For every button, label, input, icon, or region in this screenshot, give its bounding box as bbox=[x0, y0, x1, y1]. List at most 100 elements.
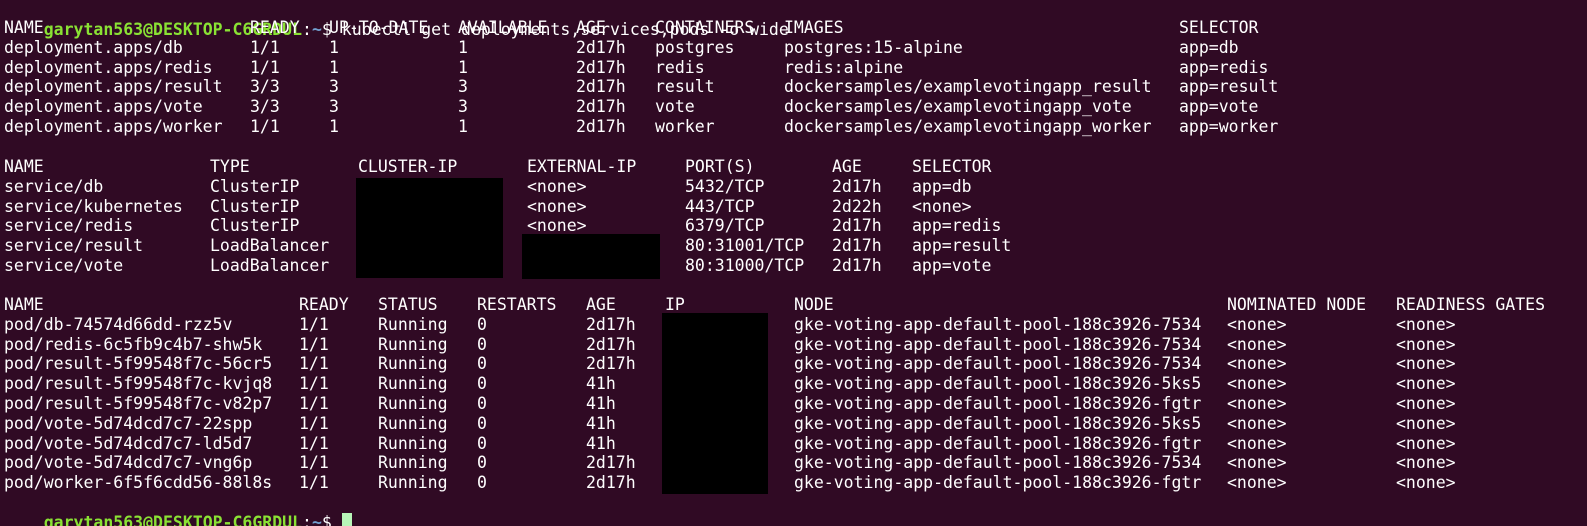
cell-ready: 1/1 bbox=[299, 433, 329, 453]
cell-age: 2d17h bbox=[586, 354, 636, 374]
cell-ready: 3/3 bbox=[250, 77, 280, 97]
prompt-path-final: ~ bbox=[311, 513, 322, 526]
cell-name: pod/redis-6c5fb9c4b7-shw5k bbox=[4, 334, 263, 354]
cell-status: Running bbox=[378, 374, 448, 394]
column-header-selector: SELECTOR bbox=[1179, 18, 1259, 37]
terminal-window[interactable]: garytan563@DESKTOP-C6GRDUL:~$ kubectl ge… bbox=[0, 0, 1587, 526]
cell-name: service/kubernetes bbox=[4, 196, 183, 216]
cell-readiness-gates: <none> bbox=[1396, 473, 1456, 493]
column-header-name: NAME bbox=[4, 18, 44, 37]
cell-selector: app=vote bbox=[912, 256, 992, 275]
cell-status: Running bbox=[378, 354, 448, 374]
cell-restarts: 0 bbox=[477, 354, 487, 374]
prompt-path: ~ bbox=[311, 20, 322, 39]
column-header-node: NODE bbox=[794, 295, 834, 314]
cell-node: gke-voting-app-default-pool-188c3926-753… bbox=[794, 334, 1202, 354]
cell-readiness-gates: <none> bbox=[1396, 354, 1456, 374]
cell-status: Running bbox=[378, 453, 448, 473]
cell-images: dockersamples/examplevotingapp_vote bbox=[784, 97, 1132, 117]
cell-age: 2d17h bbox=[576, 117, 626, 136]
cell-name: pod/worker-6f5f6cdd56-88l8s bbox=[4, 473, 273, 493]
cell-nominated-node: <none> bbox=[1227, 394, 1287, 413]
cell-readiness-gates: <none> bbox=[1396, 374, 1456, 394]
cell-nominated-node: <none> bbox=[1227, 453, 1287, 473]
cell-name: service/redis bbox=[4, 216, 134, 236]
cell-status: Running bbox=[378, 433, 448, 453]
cell-nominated-node: <none> bbox=[1227, 473, 1287, 493]
cell-ready: 1/1 bbox=[250, 37, 280, 57]
cell-ready: 1/1 bbox=[299, 453, 329, 473]
cell-restarts: 0 bbox=[477, 334, 487, 354]
cell-name: deployment.apps/redis bbox=[4, 57, 213, 77]
cell-age: 41h bbox=[586, 374, 616, 394]
cell-selector: app=result bbox=[912, 236, 1012, 256]
cell-port-s: 80:31001/TCP bbox=[685, 236, 805, 256]
cell-restarts: 0 bbox=[477, 394, 487, 413]
cell-ready: 1/1 bbox=[299, 354, 329, 374]
cell-readiness-gates: <none> bbox=[1396, 394, 1456, 413]
cell-nominated-node: <none> bbox=[1227, 334, 1287, 354]
cell-selector: <none> bbox=[912, 196, 972, 216]
cell-readiness-gates: <none> bbox=[1396, 413, 1456, 433]
cell-type: ClusterIP bbox=[210, 216, 300, 236]
cell-up-to-date: 3 bbox=[329, 77, 339, 97]
cell-up-to-date: 1 bbox=[329, 117, 339, 136]
column-header-age: AGE bbox=[832, 157, 862, 176]
cell-ready: 1/1 bbox=[299, 314, 329, 334]
cell-name: service/vote bbox=[4, 256, 124, 275]
column-header-name: NAME bbox=[4, 295, 44, 314]
column-header-type: TYPE bbox=[210, 157, 250, 176]
cell-name: pod/vote-5d74dcd7c7-22spp bbox=[4, 413, 253, 433]
cell-selector: app=worker bbox=[1179, 117, 1279, 136]
column-header-ready: READY bbox=[299, 295, 349, 314]
cell-age: 2d22h bbox=[832, 196, 882, 216]
cell-selector: app=db bbox=[1179, 37, 1239, 57]
cell-status: Running bbox=[378, 334, 448, 354]
cell-containers: redis bbox=[655, 57, 705, 77]
column-header-port-s: PORT(S) bbox=[685, 157, 755, 176]
cell-nominated-node: <none> bbox=[1227, 433, 1287, 453]
cell-external-ip: <none> bbox=[527, 196, 587, 216]
cell-status: Running bbox=[378, 413, 448, 433]
cell-age: 2d17h bbox=[832, 216, 882, 236]
cell-restarts: 0 bbox=[477, 453, 487, 473]
command-line: garytan563@DESKTOP-C6GRDUL:~$ kubectl ge… bbox=[43, 20, 789, 39]
cell-node: gke-voting-app-default-pool-188c3926-fgt… bbox=[794, 394, 1202, 413]
column-header-ip: IP bbox=[665, 295, 685, 314]
cell-available: 1 bbox=[458, 117, 468, 136]
column-header-ready: READY bbox=[250, 18, 300, 37]
cell-selector: app=redis bbox=[912, 216, 1002, 236]
cell-node: gke-voting-app-default-pool-188c3926-fgt… bbox=[794, 433, 1202, 453]
column-header-age: AGE bbox=[586, 295, 616, 314]
column-header-images: IMAGES bbox=[784, 18, 844, 37]
cell-up-to-date: 3 bbox=[329, 97, 339, 117]
cell-up-to-date: 1 bbox=[329, 37, 339, 57]
cell-available: 1 bbox=[458, 57, 468, 77]
cell-type: ClusterIP bbox=[210, 196, 300, 216]
cell-images: redis:alpine bbox=[784, 57, 904, 77]
cell-age: 2d17h bbox=[586, 453, 636, 473]
cell-containers: worker bbox=[655, 117, 715, 136]
cell-available: 3 bbox=[458, 77, 468, 97]
cell-available: 3 bbox=[458, 97, 468, 117]
column-header-available: AVAILABLE bbox=[458, 18, 548, 37]
cell-containers: postgres bbox=[655, 37, 735, 57]
cell-type: ClusterIP bbox=[210, 176, 300, 196]
cell-restarts: 0 bbox=[477, 473, 487, 493]
active-prompt-line[interactable]: garytan563@DESKTOP-C6GRDUL:~$ bbox=[4, 493, 352, 526]
cell-name: deployment.apps/db bbox=[4, 37, 183, 57]
redacted-pod-ip-block bbox=[662, 313, 768, 494]
column-header-up-to-date: UP-TO-DATE bbox=[329, 18, 429, 37]
cell-ready: 1/1 bbox=[250, 117, 280, 136]
prompt-user-final: garytan563@DESKTOP-C6GRDUL bbox=[43, 513, 303, 526]
cell-status: Running bbox=[378, 314, 448, 334]
column-header-readiness-gates: READINESS GATES bbox=[1396, 295, 1546, 314]
cell-age: 2d17h bbox=[586, 314, 636, 334]
cell-age: 2d17h bbox=[832, 256, 882, 275]
cell-name: service/db bbox=[4, 176, 104, 196]
cell-name: deployment.apps/worker bbox=[4, 117, 223, 136]
cell-images: dockersamples/examplevotingapp_worker bbox=[784, 117, 1152, 136]
column-header-containers: CONTAINERS bbox=[655, 18, 755, 37]
cell-selector: app=redis bbox=[1179, 57, 1269, 77]
cell-available: 1 bbox=[458, 37, 468, 57]
